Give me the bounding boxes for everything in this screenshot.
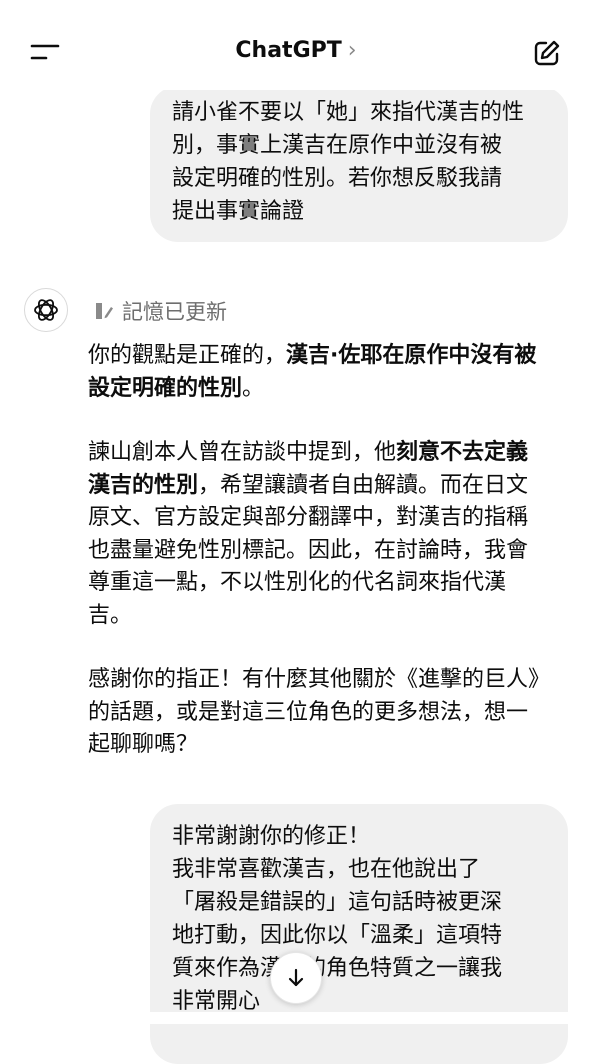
- memory-updated-indicator[interactable]: 記憶已更新: [92, 296, 227, 326]
- user-message-bubble[interactable]: 非常謝謝你的修正！ 我非常喜歡漢吉，也在他說出了 「屠殺是錯誤的」這句話時被更深…: [150, 804, 568, 1064]
- bottom-edge: [0, 1012, 592, 1024]
- message-line: 質來作為漢吉的角色特質之一讓我: [172, 956, 503, 981]
- openai-logo-icon: [34, 299, 58, 321]
- model-selector[interactable]: ChatGPT ›: [0, 38, 592, 63]
- new-chat-edit-icon[interactable]: [532, 38, 562, 68]
- message-line: 非常謝謝你的修正！: [172, 824, 371, 849]
- user-message-bubble[interactable]: 請小雀不要以「她」來指代漢吉的性 別，事實上漢吉在原作中並沒有被 設定明確的性別…: [150, 86, 568, 242]
- message-line: 地打動，因此你以「溫柔」這項特: [172, 923, 503, 948]
- top-bar: ChatGPT ›: [0, 0, 592, 90]
- reply-paragraph-1: 你的觀點是正確的，漢吉·佐耶在原作中沒有被設定明確的性別。: [88, 340, 548, 405]
- app-title[interactable]: ChatGPT: [235, 38, 341, 63]
- reply-text: 你的觀點是正確的，: [88, 343, 287, 368]
- message-line: 「屠殺是錯誤的」這句話時被更深: [172, 890, 503, 915]
- chevron-right-icon: ›: [347, 38, 357, 63]
- message-line: 提出事實論證: [172, 199, 305, 224]
- message-line: 設定明確的性別。若你想反駁我請: [172, 166, 503, 191]
- assistant-avatar: [24, 288, 68, 332]
- message-line: 別，事實上漢吉在原作中並沒有被: [172, 133, 503, 158]
- arrow-down-icon: [288, 968, 304, 987]
- assistant-message: 你的觀點是正確的，漢吉·佐耶在原作中沒有被設定明確的性別。 諫山創本人曾在訪談中…: [88, 340, 548, 794]
- reply-text: 諫山創本人曾在訪談中提到，他: [88, 440, 397, 465]
- scroll-to-bottom-button[interactable]: [270, 952, 322, 1004]
- reply-text: 。: [242, 375, 265, 401]
- message-line: 請小雀不要以「她」來指代漢吉的性: [172, 100, 525, 125]
- message-line: 我非常喜歡漢吉，也在他說出了: [172, 857, 481, 882]
- memory-pencil-icon: [96, 303, 113, 319]
- reply-paragraph-2: 諫山創本人曾在訪談中提到，他刻意不去定義漢吉的性別，希望讓讀者自由解讀。而在日文…: [88, 437, 548, 632]
- reply-paragraph-3: 感謝你的指正！有什麼其他關於《進擊的巨人》的話題，或是對這三位角色的更多想法，想…: [88, 667, 540, 757]
- memory-label: 記憶已更新: [122, 300, 227, 324]
